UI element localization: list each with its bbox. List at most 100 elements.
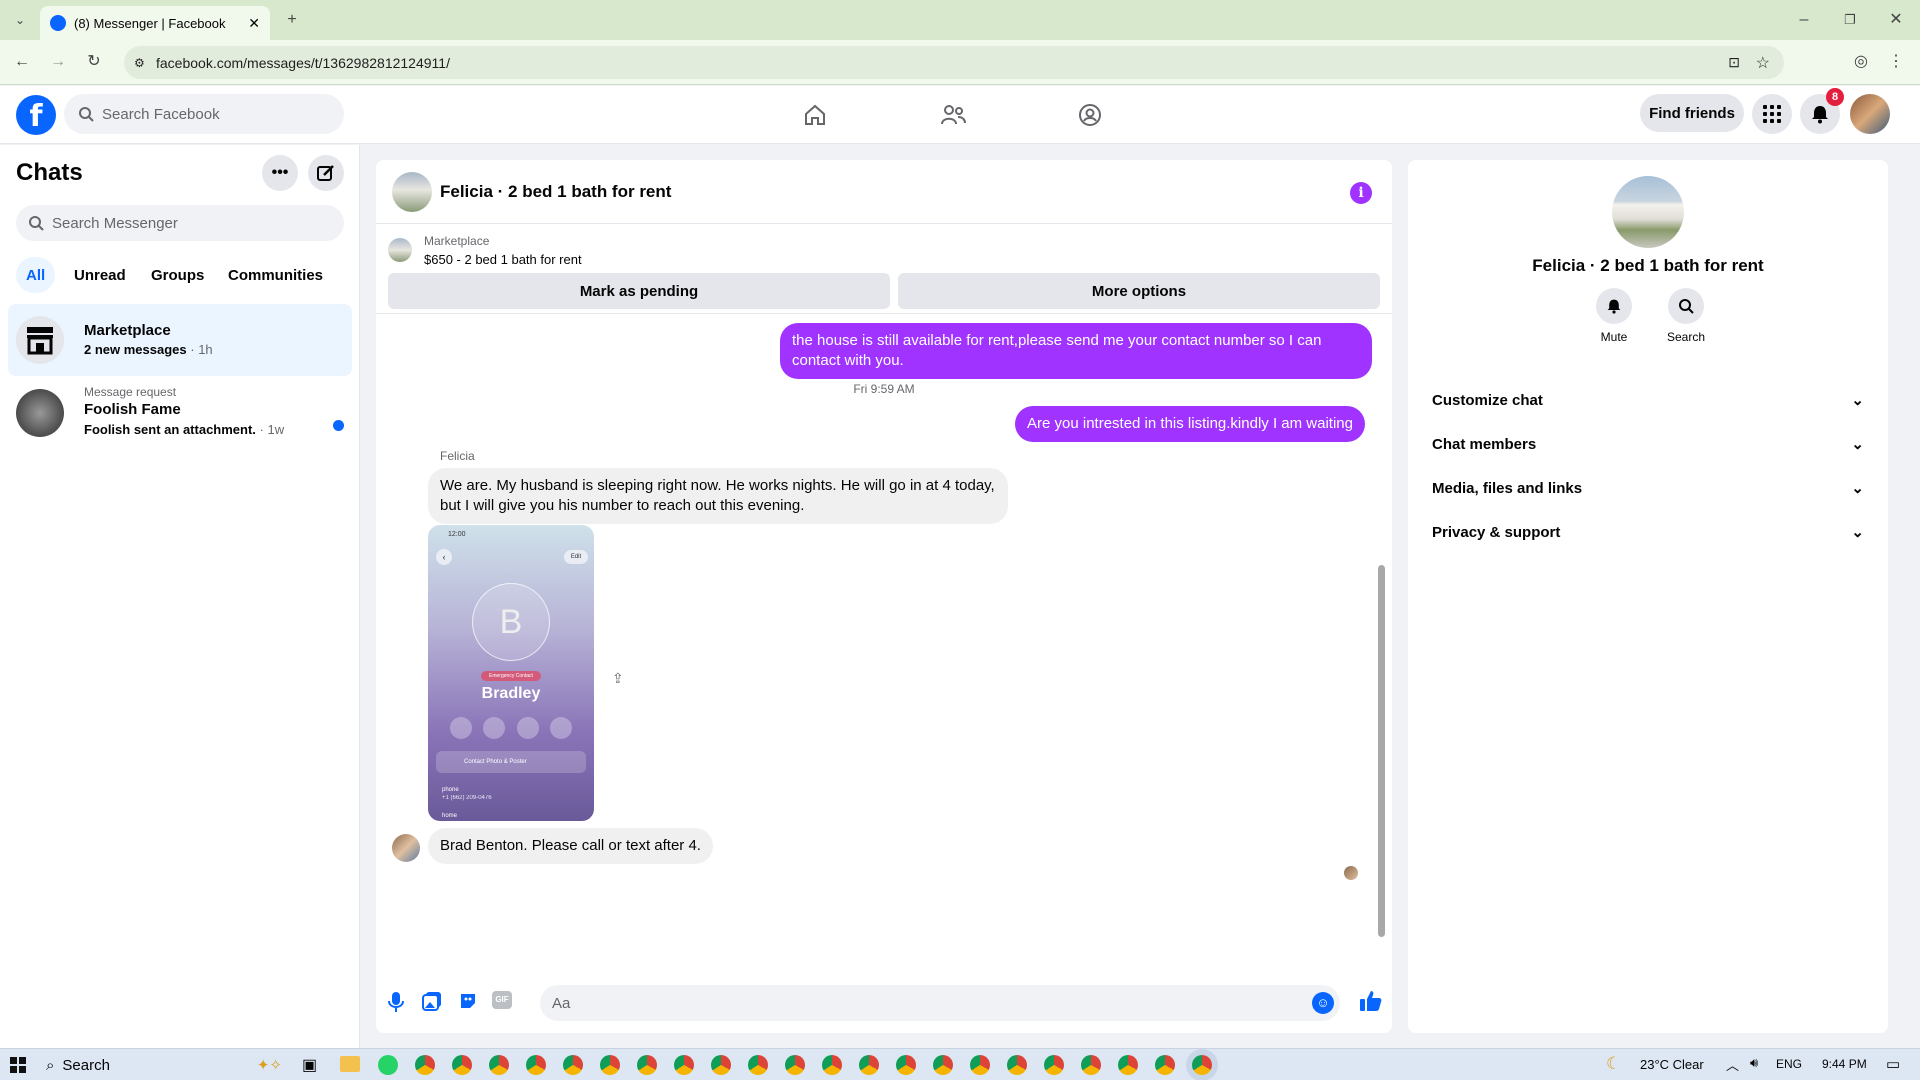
- chrome-menu-icon[interactable]: ⋮: [1884, 50, 1908, 74]
- chrome-taskbar-icon[interactable]: [1155, 1055, 1175, 1075]
- chrome-taskbar-icon[interactable]: [1007, 1055, 1027, 1075]
- filter-all[interactable]: All: [16, 257, 56, 293]
- message-input[interactable]: Aa ☺: [540, 985, 1340, 1021]
- media-files-links-section[interactable]: Media, files and links ⌄: [1424, 466, 1872, 510]
- back-icon[interactable]: ←: [10, 50, 34, 74]
- site-info-icon[interactable]: ⚙: [134, 56, 145, 70]
- incoming-message[interactable]: We are. My husband is sleeping right now…: [428, 468, 1008, 524]
- filter-groups[interactable]: Groups: [141, 257, 214, 293]
- incoming-message[interactable]: Brad Benton. Please call or text after 4…: [428, 828, 713, 864]
- image-attachment[interactable]: 12:00 ‹ Edit B Emergency Contact Bradley…: [428, 525, 594, 821]
- chrome-taskbar-icon[interactable]: [563, 1055, 583, 1075]
- chrome-taskbar-icon[interactable]: [711, 1055, 731, 1075]
- filter-communities[interactable]: Communities: [218, 257, 333, 293]
- customize-chat-section[interactable]: Customize chat ⌄: [1424, 378, 1872, 422]
- gif-icon[interactable]: GIF: [492, 991, 512, 1009]
- close-tab-icon[interactable]: ✕: [248, 15, 260, 32]
- chrome-taskbar-icon[interactable]: [489, 1055, 509, 1075]
- groups-icon[interactable]: [1070, 95, 1110, 135]
- windows-start-icon[interactable]: [10, 1057, 26, 1073]
- speaker-icon[interactable]: 🔊︎: [1750, 1055, 1758, 1071]
- like-thumb-icon[interactable]: [1359, 989, 1383, 1018]
- notifications-bell-icon[interactable]: 8: [1800, 88, 1844, 134]
- photo-icon[interactable]: [422, 991, 442, 1016]
- more-options-button[interactable]: More options: [898, 273, 1380, 309]
- chrome-taskbar-icon-active[interactable]: [1192, 1055, 1212, 1075]
- chrome-taskbar-icon[interactable]: [1044, 1055, 1064, 1075]
- chrome-taskbar-icon[interactable]: [933, 1055, 953, 1075]
- chrome-taskbar-icon[interactable]: [896, 1055, 916, 1075]
- chrome-taskbar-icon[interactable]: [674, 1055, 694, 1075]
- close-window-icon[interactable]: ✕: [1884, 8, 1908, 32]
- contact-photo-label: Contact Photo & Poster: [464, 759, 527, 765]
- outgoing-message[interactable]: Are you intrested in this listing.kindly…: [1015, 406, 1365, 442]
- sticker-icon[interactable]: [458, 991, 478, 1016]
- message-timestamp: Fri 9:59 AM: [853, 382, 915, 396]
- chrome-taskbar-icon[interactable]: [970, 1055, 990, 1075]
- task-view-icon[interactable]: ▣: [302, 1055, 317, 1075]
- facebook-search-input[interactable]: Search Facebook: [64, 94, 344, 134]
- language-indicator[interactable]: ENG: [1776, 1057, 1802, 1071]
- weather-text[interactable]: 23°C Clear: [1640, 1057, 1704, 1072]
- tab-list-icon[interactable]: ⌄: [8, 8, 32, 32]
- chat-members-section[interactable]: Chat members ⌄: [1424, 422, 1872, 466]
- filter-unread[interactable]: Unread: [64, 257, 136, 293]
- share-icon[interactable]: ⇪: [612, 670, 624, 687]
- new-message-icon[interactable]: [308, 155, 344, 191]
- listing-avatar[interactable]: [392, 172, 432, 212]
- file-explorer-icon[interactable]: [340, 1056, 360, 1072]
- messenger-search-input[interactable]: Search Messenger: [16, 205, 344, 241]
- chrome-taskbar-icon[interactable]: [822, 1055, 842, 1075]
- browser-tab[interactable]: (8) Messenger | Facebook ✕: [40, 6, 270, 40]
- mark-as-pending-button[interactable]: Mark as pending: [388, 273, 890, 309]
- whatsapp-icon[interactable]: [378, 1055, 398, 1075]
- scrollbar-thumb[interactable]: [1378, 565, 1385, 937]
- chevron-down-icon: ⌄: [1851, 480, 1864, 497]
- tray-chevron-icon[interactable]: ︿: [1726, 1055, 1739, 1074]
- address-bar[interactable]: ⚙ facebook.com/messages/t/13629828121249…: [124, 46, 1784, 79]
- listing-thumbnail[interactable]: [388, 238, 412, 262]
- chrome-taskbar-icon[interactable]: [600, 1055, 620, 1075]
- chrome-taskbar-icon[interactable]: [452, 1055, 472, 1075]
- chrome-taskbar-icon[interactable]: [526, 1055, 546, 1075]
- privacy-support-section[interactable]: Privacy & support ⌄: [1424, 510, 1872, 554]
- profile-icon[interactable]: ◎: [1849, 50, 1873, 74]
- info-icon[interactable]: i: [1350, 182, 1372, 204]
- taskbar-search[interactable]: ⌕ Search ✦✧: [36, 1052, 292, 1078]
- more-options-icon[interactable]: •••: [262, 155, 298, 191]
- outgoing-message[interactable]: the house is still available for rent,pl…: [780, 323, 1372, 379]
- microphone-icon[interactable]: [388, 991, 404, 1018]
- bookmark-star-icon[interactable]: ☆: [1756, 53, 1770, 73]
- find-friends-button[interactable]: Find friends: [1640, 94, 1744, 132]
- emoji-icon[interactable]: ☺: [1312, 992, 1334, 1014]
- minimize-icon[interactable]: –: [1792, 8, 1816, 32]
- reload-icon[interactable]: ↻: [82, 50, 106, 74]
- home-icon[interactable]: [795, 95, 835, 135]
- chrome-taskbar-icon[interactable]: [785, 1055, 805, 1075]
- conversation-panel: Felicia · 2 bed 1 bath for rent i Market…: [376, 160, 1392, 1033]
- chat-item-marketplace[interactable]: Marketplace 2 new messages · 1h: [8, 304, 352, 376]
- friends-icon[interactable]: [933, 95, 973, 135]
- conversation-title[interactable]: Felicia · 2 bed 1 bath for rent: [440, 182, 671, 202]
- install-icon[interactable]: ⊡: [1728, 54, 1740, 71]
- clock-time[interactable]: 9:44 PM: [1822, 1057, 1867, 1071]
- listing-text[interactable]: $650 - 2 bed 1 bath for rent: [424, 252, 582, 267]
- menu-grid-icon[interactable]: [1752, 94, 1792, 134]
- facebook-logo[interactable]: f: [16, 95, 56, 135]
- restore-icon[interactable]: ❐: [1838, 8, 1862, 32]
- chrome-taskbar-icon[interactable]: [1081, 1055, 1101, 1075]
- search-conversation-button[interactable]: Search: [1662, 288, 1710, 344]
- listing-photo[interactable]: [1612, 176, 1684, 248]
- chrome-taskbar-icon[interactable]: [415, 1055, 435, 1075]
- forward-icon[interactable]: →: [46, 50, 70, 74]
- chrome-taskbar-icon[interactable]: [748, 1055, 768, 1075]
- notification-center-icon[interactable]: ▭: [1886, 1055, 1900, 1073]
- scrollbar-track[interactable]: [1376, 319, 1386, 969]
- profile-avatar[interactable]: [1850, 94, 1890, 134]
- new-tab-icon[interactable]: +: [280, 8, 304, 32]
- mute-button[interactable]: Mute: [1592, 288, 1636, 344]
- chrome-taskbar-icon[interactable]: [1118, 1055, 1138, 1075]
- chrome-taskbar-icon[interactable]: [637, 1055, 657, 1075]
- chat-item-foolish-fame[interactable]: Message request Foolish Fame Foolish sen…: [8, 377, 352, 449]
- chrome-taskbar-icon[interactable]: [859, 1055, 879, 1075]
